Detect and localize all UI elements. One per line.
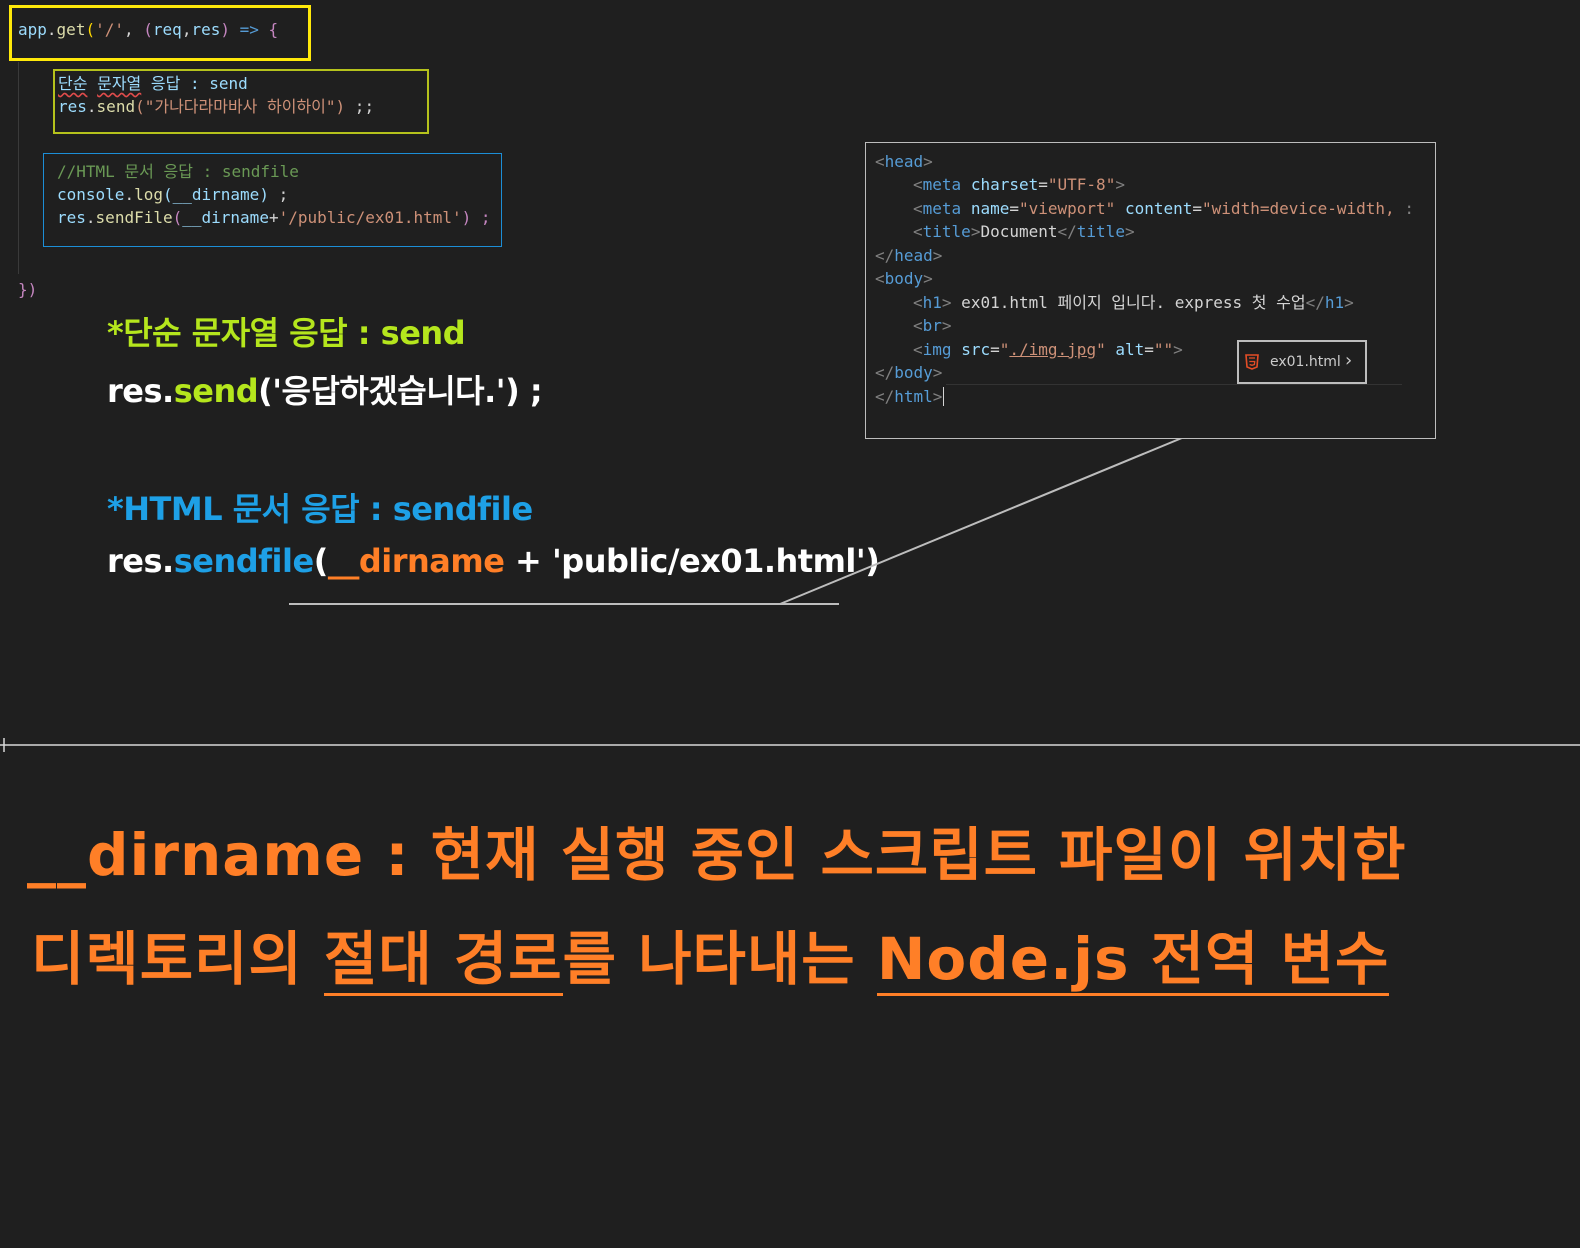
sendfile-code-line: res.sendFile(__dirname+'/public/ex01.htm… (57, 208, 491, 227)
ex01-file-tab-label: ex01.html (1270, 354, 1341, 370)
closing-brace-line: }) (18, 280, 38, 299)
explanation-line-2: 디렉토리의 절대 경로를 나타내는 Node.js 전역 변수 (31, 912, 1390, 996)
chevron-right-icon: › (1345, 350, 1353, 371)
preview-line-br: <br> (913, 316, 952, 335)
preview-line-meta-viewport: <meta name="viewport" content="width=dev… (913, 199, 1414, 218)
preview-line-html-close: </html> (875, 385, 955, 408)
preview-line-head-close: </head> (875, 246, 943, 265)
dirname-term: __dirname (27, 821, 365, 889)
preview-line-img: <img src="./img.jpg" alt=""> (913, 340, 1183, 359)
sendfile-comment-line: //HTML 문서 응답 : sendfile (57, 162, 299, 181)
html5-file-icon (1245, 354, 1259, 370)
send-code-line: res.send("가나다라마바사 하이하이") ;; (58, 97, 375, 116)
nodejs-global-phrase: Node.js 전역 변수 (876, 925, 1390, 996)
send-note-code: res.send('응답하겠습니다.') ; (107, 372, 543, 410)
explanation-line-1: __dirname : 현재 실행 중인 스크립트 파일이 위치한 (27, 821, 1407, 889)
route-definition-line: app.get('/', (req,res) => { (18, 20, 279, 39)
preview-line-body-open: <body> (875, 269, 933, 288)
preview-line-h1: <h1> ex01.html 페이지 입니다. express 첫 수업</h1… (913, 293, 1354, 312)
sendfile-note-title: *HTML 문서 응답 : sendfile (107, 490, 533, 528)
preview-line-meta-charset: <meta charset="UTF-8"> (913, 175, 1125, 194)
sendfile-note-code: res.sendfile(__dirname + 'public/ex01.ht… (107, 542, 880, 580)
ex01-file-tab[interactable]: ex01.html › (1237, 340, 1367, 384)
send-note-title: *단순 문자열 응답 : send (107, 314, 466, 352)
preview-line-title: <title>Document</title> (913, 222, 1135, 241)
indent-guide (18, 62, 19, 274)
send-comment-line: 단순 문자열 응답 : send (58, 74, 248, 93)
preview-current-line-rule (946, 384, 1402, 385)
html-preview-panel: <head> <meta charset="UTF-8"> <meta name… (865, 142, 1436, 439)
console-log-line: console.log(__dirname) ; (57, 185, 289, 204)
preview-line-head-open: <head> (875, 152, 933, 171)
absolute-path-phrase: 절대 경로 (324, 925, 563, 996)
preview-line-body-close: </body> (875, 363, 943, 382)
